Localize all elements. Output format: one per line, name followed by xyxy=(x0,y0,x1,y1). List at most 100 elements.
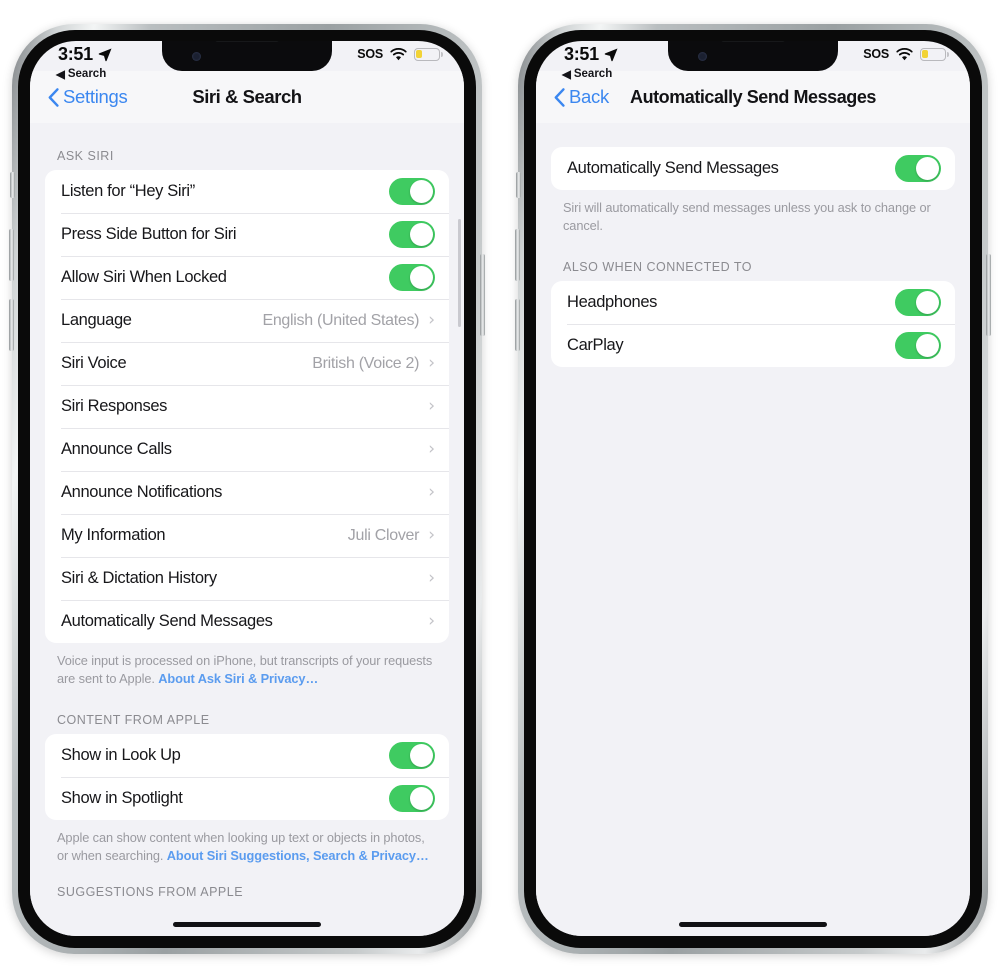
toggle-knob xyxy=(410,266,433,289)
chevron-right-icon: › xyxy=(428,396,435,416)
toggle-knob xyxy=(916,334,939,358)
row-label: CarPlay xyxy=(567,336,624,355)
toggle-knob xyxy=(916,157,939,180)
toggle-knob xyxy=(916,291,939,315)
row-press-side-button[interactable]: Press Side Button for Siri xyxy=(45,213,449,256)
toggle-listen-for-hey-siri[interactable] xyxy=(389,178,435,205)
row-label: Allow Siri When Locked xyxy=(61,268,227,286)
toggle-automatically-send-messages[interactable] xyxy=(895,155,941,182)
toggle-press-side-button[interactable] xyxy=(389,221,435,248)
nav-back-label: Back xyxy=(569,86,609,107)
wifi-icon xyxy=(896,47,913,60)
toggle-knob xyxy=(410,180,433,203)
row-siri-responses[interactable]: Siri Responses › xyxy=(45,385,449,428)
row-value: British (Voice 2) xyxy=(312,354,420,372)
chevron-right-icon: › xyxy=(428,482,435,502)
footnote-link-siri-suggestions-privacy[interactable]: About Siri Suggestions, Search & Privacy… xyxy=(167,848,429,863)
nav-back-button-settings[interactable]: Settings xyxy=(48,86,128,108)
home-indicator-right[interactable] xyxy=(679,922,827,927)
row-my-information[interactable]: My Information Juli Clover › xyxy=(45,514,449,557)
battery-low-icon xyxy=(920,47,949,61)
iphone-device-right: 3:51 SOS ◀ Search Back Automatically Sen… xyxy=(515,24,991,954)
row-label: Siri Voice xyxy=(61,354,127,372)
volume-down-button[interactable] xyxy=(515,299,520,351)
battery-low-icon xyxy=(414,47,443,61)
settings-list-right[interactable]: Automatically Send Messages Siri will au… xyxy=(536,123,970,936)
app-backlink-search-right[interactable]: ◀ Search xyxy=(562,67,612,81)
row-listen-for-hey-siri[interactable]: Listen for “Hey Siri” xyxy=(45,170,449,213)
section-card-ask-siri: Listen for “Hey Siri” Press Side Button … xyxy=(45,170,449,643)
status-bar-left-cluster: 3:51 xyxy=(58,44,113,65)
wifi-icon xyxy=(390,47,407,60)
chevron-right-icon: › xyxy=(428,353,435,373)
section-header-ask-siri: ASK SIRI xyxy=(57,149,114,163)
toggle-knob xyxy=(410,223,433,246)
row-label: Siri Responses xyxy=(61,397,168,415)
chevron-right-icon: › xyxy=(428,568,435,588)
footnote-content-from-apple: Apple can show content when looking up t… xyxy=(45,820,449,864)
row-show-in-spotlight[interactable]: Show in Spotlight xyxy=(45,777,449,820)
toggle-carplay[interactable] xyxy=(895,332,941,360)
row-label: Show in Spotlight xyxy=(61,789,183,808)
footnote-auto-send: Siri will automatically send messages un… xyxy=(563,200,931,233)
toggle-show-in-look-up[interactable] xyxy=(389,742,435,770)
footnote-link-ask-siri-privacy[interactable]: About Ask Siri & Privacy… xyxy=(158,671,318,686)
row-label: Listen for “Hey Siri” xyxy=(61,182,195,200)
nav-back-button[interactable]: Back xyxy=(554,86,609,108)
scrollbar-left[interactable] xyxy=(458,219,461,327)
status-bar-left-cluster: 3:51 xyxy=(564,44,619,65)
row-label: Language xyxy=(61,311,132,329)
chevron-right-icon: › xyxy=(428,611,435,631)
screenshot-stage: 3:51 SOS ◀ Search Settings Siri & Search… xyxy=(0,0,1000,980)
section-header-content-from-apple: CONTENT FROM APPLE xyxy=(57,713,210,728)
row-label: Announce Notifications xyxy=(61,483,223,501)
power-button[interactable] xyxy=(480,254,485,336)
status-time: 3:51 xyxy=(58,44,93,64)
status-time: 3:51 xyxy=(564,44,599,64)
volume-up-button[interactable] xyxy=(515,229,520,281)
toggle-allow-siri-when-locked[interactable] xyxy=(389,264,435,291)
row-announce-calls[interactable]: Announce Calls › xyxy=(45,428,449,471)
row-label: Press Side Button for Siri xyxy=(61,225,237,243)
screen-left: 3:51 SOS ◀ Search Settings Siri & Search… xyxy=(30,41,464,936)
volume-down-button[interactable] xyxy=(9,299,14,351)
row-automatically-send-messages[interactable]: Automatically Send Messages › xyxy=(45,600,449,643)
battery-fill xyxy=(416,49,423,59)
section-header-suggestions-from-apple: SUGGESTIONS FROM APPLE xyxy=(57,884,244,899)
chevron-right-icon: › xyxy=(428,525,435,545)
settings-list-left[interactable]: ASK SIRI Listen for “Hey Siri” Press Sid… xyxy=(30,123,464,936)
row-automatically-send-messages[interactable]: Automatically Send Messages xyxy=(551,147,955,190)
silent-switch-button[interactable] xyxy=(10,172,15,198)
app-backlink-label: Search xyxy=(67,68,107,80)
power-button[interactable] xyxy=(986,254,991,336)
device-bezel-right: 3:51 SOS ◀ Search Back Automatically Sen… xyxy=(524,30,982,948)
toggle-headphones[interactable] xyxy=(895,289,941,317)
silent-switch-button[interactable] xyxy=(516,172,521,198)
app-backlink-search-left[interactable]: ◀ Search xyxy=(56,67,106,81)
volume-up-button[interactable] xyxy=(9,229,14,281)
toggle-knob xyxy=(410,744,433,768)
screen-right: 3:51 SOS ◀ Search Back Automatically Sen… xyxy=(536,41,970,936)
chevron-right-icon: › xyxy=(428,310,435,330)
row-language[interactable]: Language English (United States) › xyxy=(45,299,449,342)
row-label: My Information xyxy=(61,526,166,544)
row-label: Siri & Dictation History xyxy=(61,569,217,587)
row-announce-notifications[interactable]: Announce Notifications › xyxy=(45,471,449,514)
row-siri-voice[interactable]: Siri Voice British (Voice 2) › xyxy=(45,342,449,385)
section-card-content-from-apple: Show in Look Up Show in Spotlight xyxy=(45,734,449,821)
row-carplay[interactable]: CarPlay xyxy=(551,324,955,367)
status-bar-right-cluster: SOS xyxy=(357,47,443,61)
row-show-in-look-up[interactable]: Show in Look Up xyxy=(45,734,449,777)
status-bar-right-cluster: SOS xyxy=(863,47,949,61)
home-indicator-left[interactable] xyxy=(173,922,321,927)
battery-fill xyxy=(922,49,929,59)
toggle-show-in-spotlight[interactable] xyxy=(389,785,435,813)
section-card-connected-devices: Headphones CarPlay xyxy=(551,281,955,368)
chevron-right-icon: › xyxy=(428,439,435,459)
back-arrow-icon: ◀ xyxy=(56,69,65,81)
footnote-ask-siri: Voice input is processed on iPhone, but … xyxy=(45,643,449,687)
row-siri-and-dictation-history[interactable]: Siri & Dictation History › xyxy=(45,557,449,600)
iphone-device-left: 3:51 SOS ◀ Search Settings Siri & Search… xyxy=(9,24,485,954)
row-allow-siri-when-locked[interactable]: Allow Siri When Locked xyxy=(45,256,449,299)
row-headphones[interactable]: Headphones xyxy=(551,281,955,324)
